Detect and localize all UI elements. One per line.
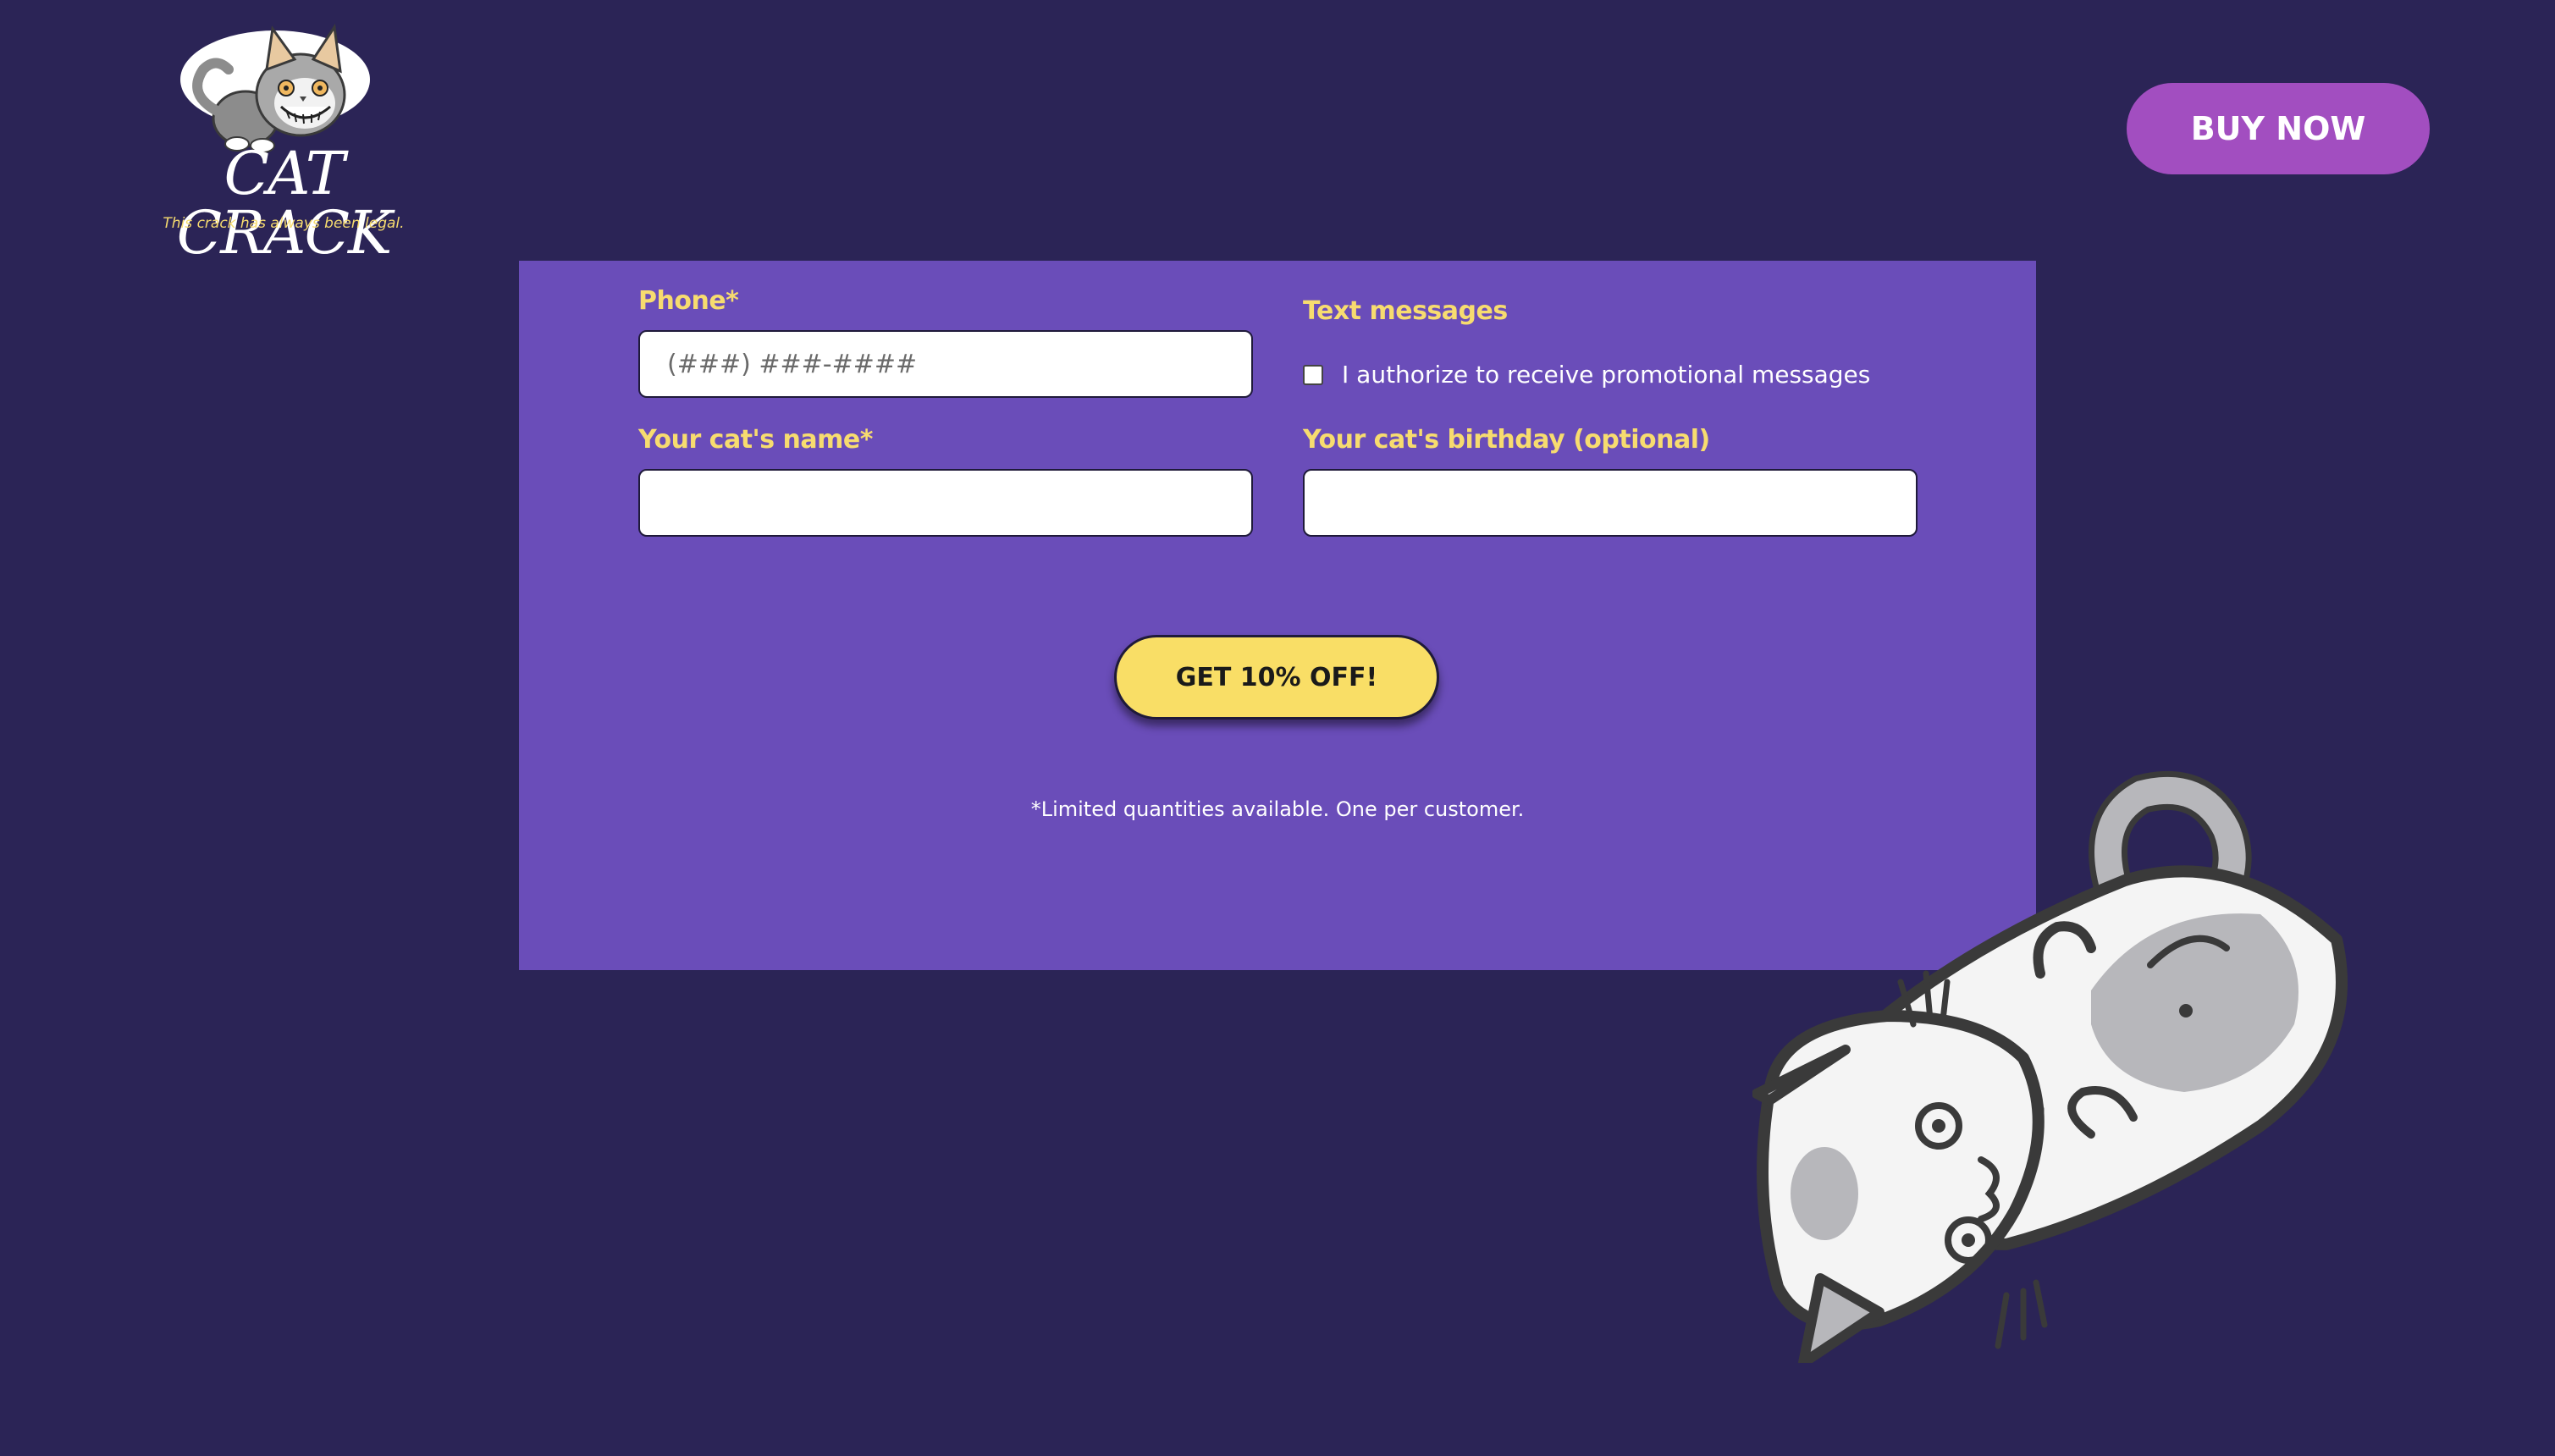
cat-name-label: Your cat's name* [638, 425, 873, 455]
buy-now-button[interactable]: BUY NOW [2127, 83, 2430, 174]
text-messages-consent[interactable]: I authorize to receive promotional messa… [1303, 361, 1870, 389]
cat-name-input[interactable] [638, 469, 1253, 537]
cat-mascot-logo-icon [180, 23, 370, 153]
phone-label: Phone* [638, 286, 739, 316]
brand-tagline: This crack has always been legal. [163, 215, 405, 232]
upside-down-cat-illustration-icon [1752, 770, 2348, 1363]
consent-checkbox[interactable] [1303, 364, 1323, 385]
brand-logo[interactable]: CAT CRACK This crack has always been leg… [148, 19, 419, 262]
cat-birthday-label: Your cat's birthday (optional) [1303, 425, 1710, 455]
consent-checkbox-label[interactable]: I authorize to receive promotional messa… [1342, 361, 1870, 389]
phone-input[interactable] [638, 330, 1253, 398]
brand-wordmark: CAT CRACK [176, 139, 393, 267]
get-discount-button[interactable]: GET 10% OFF! [1114, 635, 1439, 720]
cat-birthday-input[interactable] [1303, 469, 1918, 537]
text-messages-label: Text messages [1303, 296, 1508, 326]
page: CAT CRACK This crack has always been leg… [0, 0, 2555, 1456]
